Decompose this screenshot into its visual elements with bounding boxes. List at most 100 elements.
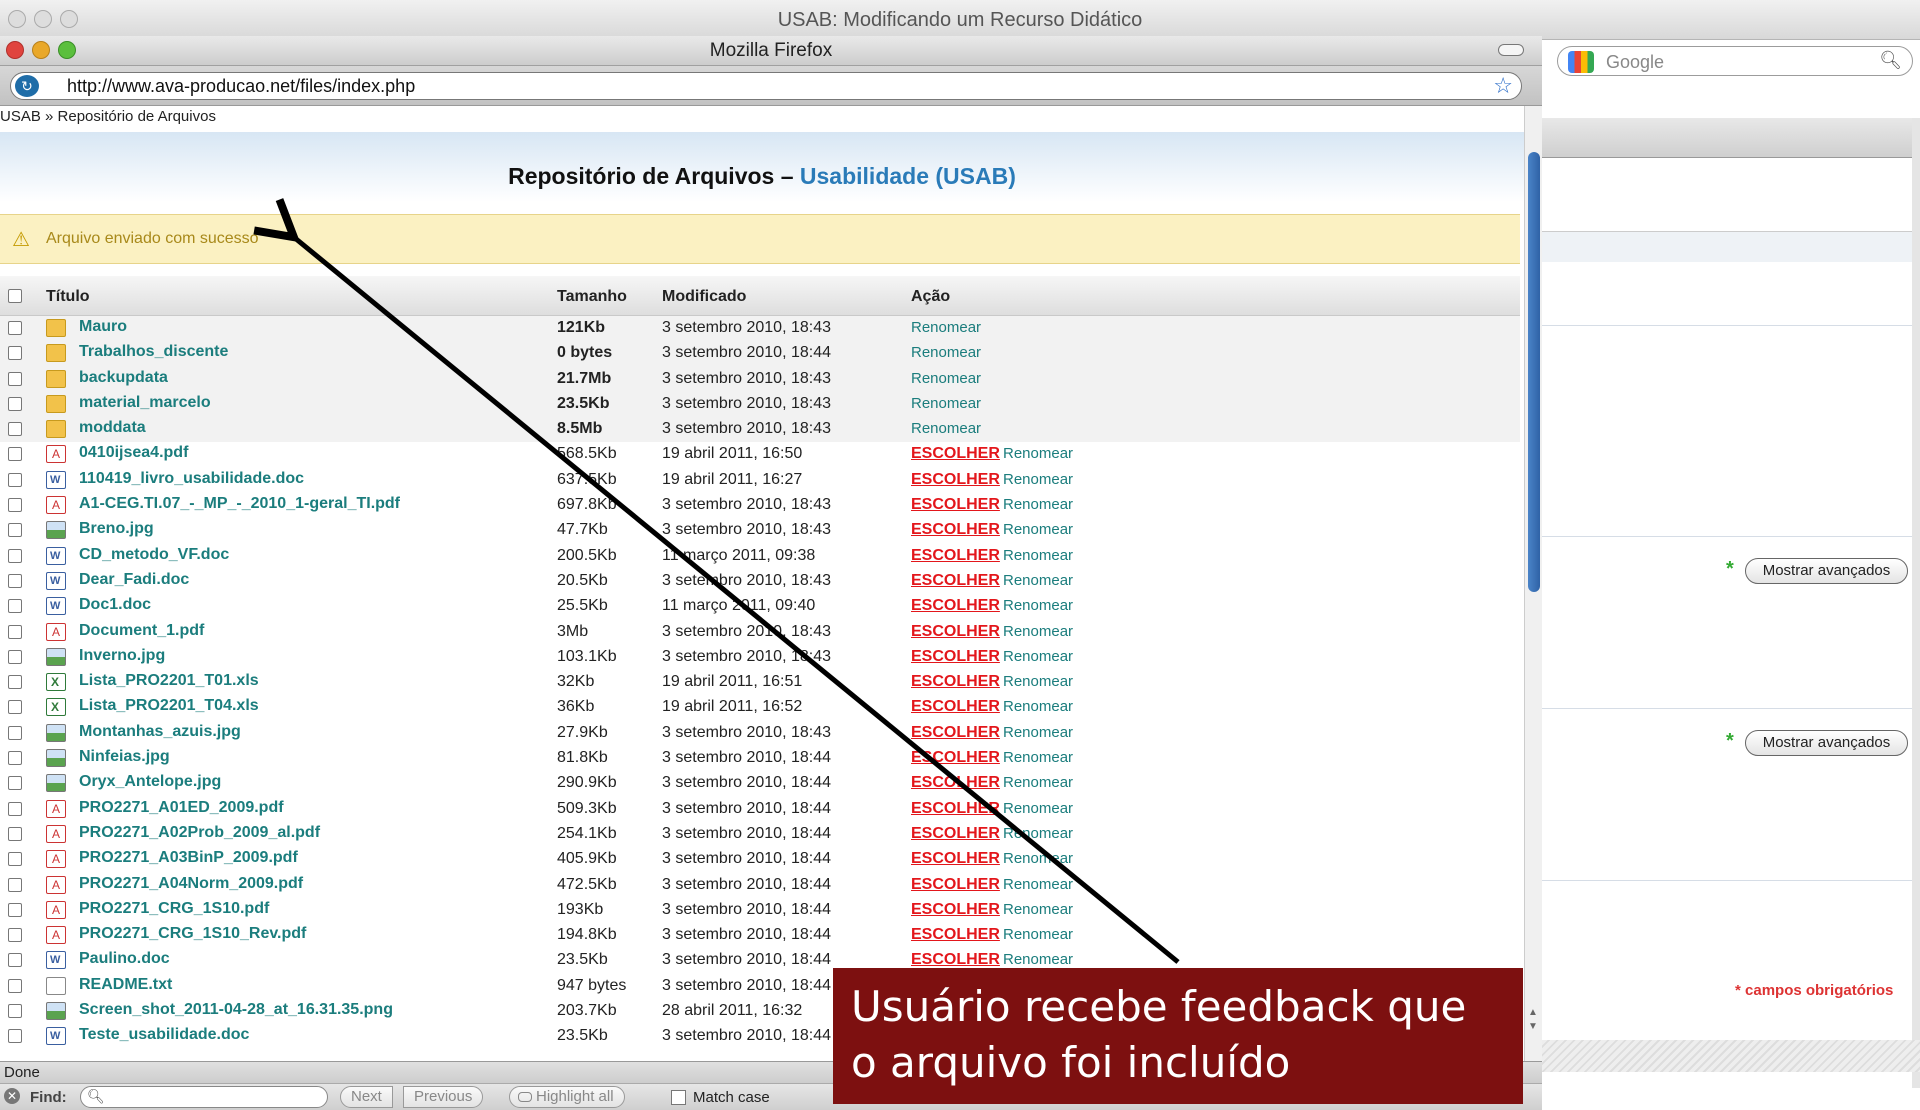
row-checkbox[interactable] [8,498,22,513]
rename-link[interactable]: Renomear [1003,445,1073,462]
rename-link[interactable]: Renomear [1003,876,1073,893]
file-name-link[interactable]: Document_1.pdf [79,622,204,640]
row-checkbox[interactable] [8,826,22,841]
file-name-link[interactable]: 110419_livro_usabilidade.doc [79,470,304,488]
rename-link[interactable]: Renomear [911,420,981,437]
file-name-link[interactable]: CD_metodo_VF.doc [79,546,229,564]
rename-link[interactable]: Renomear [1003,496,1073,513]
course-link[interactable]: Usabilidade (USAB) [800,163,1016,189]
row-checkbox[interactable] [8,953,22,968]
row-checkbox[interactable] [8,978,22,993]
bookmark-star-icon[interactable]: ☆ [1493,73,1513,99]
row-checkbox[interactable] [8,422,22,437]
rename-link[interactable]: Renomear [911,370,981,387]
row-checkbox[interactable] [8,447,22,462]
row-checkbox[interactable] [8,523,22,538]
choose-link[interactable]: ESCOLHER [911,521,1000,539]
file-name-link[interactable]: Screen_shot_2011-04-28_at_16.31.35.png [79,1001,393,1019]
outer-minimize-button[interactable] [34,10,52,28]
file-name-link[interactable]: PRO2271_A03BinP_2009.pdf [79,849,298,867]
file-name-link[interactable]: Lista_PRO2201_T04.xls [79,697,259,715]
choose-link[interactable]: ESCOLHER [911,471,1000,489]
file-name-link[interactable]: README.txt [79,976,172,994]
rename-link[interactable]: Renomear [1003,850,1073,867]
row-checkbox[interactable] [8,472,22,487]
choose-link[interactable]: ESCOLHER [911,800,1000,818]
row-checkbox[interactable] [8,1004,22,1019]
column-title[interactable]: Título [46,288,90,306]
breadcrumb[interactable]: USAB » Repositório de Arquivos [0,108,216,125]
file-name-link[interactable]: PRO2271_A01ED_2009.pdf [79,799,284,817]
choose-link[interactable]: ESCOLHER [911,774,1000,792]
show-advanced-button[interactable]: Mostrar avançados [1745,730,1908,756]
file-name-link[interactable]: Inverno.jpg [79,647,165,665]
file-name-link[interactable]: material_marcelo [79,394,211,412]
file-name-link[interactable]: moddata [79,419,146,437]
file-name-link[interactable]: Ninfeias.jpg [79,748,170,766]
choose-link[interactable]: ESCOLHER [911,673,1000,691]
page-scrollbar[interactable]: ▲ ▼ [1524,106,1542,1061]
row-checkbox[interactable] [8,573,22,588]
close-icon[interactable]: ✕ [4,1088,20,1104]
row-checkbox[interactable] [8,371,22,386]
file-name-link[interactable]: Trabalhos_discente [79,343,228,361]
show-advanced-button[interactable]: Mostrar avançados [1745,558,1908,584]
choose-link[interactable]: ESCOLHER [911,572,1000,590]
rename-link[interactable]: Renomear [911,344,981,361]
url-text[interactable]: http://www.ava-producao.net/files/index.… [67,76,415,97]
search-box[interactable]: Google 🔍︎ [1557,46,1913,76]
search-icon[interactable]: 🔍︎ [1879,50,1902,71]
choose-link[interactable]: ESCOLHER [911,698,1000,716]
file-name-link[interactable]: PRO2271_A04Norm_2009.pdf [79,875,303,893]
rename-link[interactable]: Renomear [1003,951,1073,968]
minimize-button[interactable] [32,41,50,59]
file-name-link[interactable]: A1-CEG.TI.07_-_MP_-_2010_1-geral_TI.pdf [79,495,400,513]
file-name-link[interactable]: 0410ijsea4.pdf [79,444,188,462]
choose-link[interactable]: ESCOLHER [911,850,1000,868]
rename-link[interactable]: Renomear [1003,774,1073,791]
file-name-link[interactable]: Breno.jpg [79,520,154,538]
file-name-link[interactable]: PRO2271_A02Prob_2009_al.pdf [79,824,320,842]
row-checkbox[interactable] [8,1029,22,1044]
choose-link[interactable]: ESCOLHER [911,901,1000,919]
row-checkbox[interactable] [8,776,22,791]
choose-link[interactable]: ESCOLHER [911,876,1000,894]
file-name-link[interactable]: Doc1.doc [79,596,151,614]
rename-link[interactable]: Renomear [1003,547,1073,564]
rename-link[interactable]: Renomear [1003,623,1073,640]
outer-close-button[interactable] [8,10,26,28]
outer-zoom-button[interactable] [60,10,78,28]
choose-link[interactable]: ESCOLHER [911,724,1000,742]
file-name-link[interactable]: backupdata [79,369,168,387]
google-icon[interactable] [1568,51,1594,73]
file-name-link[interactable]: Teste_usabilidade.doc [79,1026,249,1044]
select-all-checkbox[interactable] [8,289,22,303]
rename-link[interactable]: Renomear [1003,521,1073,538]
row-checkbox[interactable] [8,852,22,867]
rename-link[interactable]: Renomear [1003,471,1073,488]
rename-link[interactable]: Renomear [1003,597,1073,614]
choose-link[interactable]: ESCOLHER [911,926,1000,944]
url-bar[interactable]: ↻ http://www.ava-producao.net/files/inde… [10,72,1522,100]
rename-link[interactable]: Renomear [1003,901,1073,918]
rename-link[interactable]: Renomear [911,319,981,336]
file-name-link[interactable]: Montanhas_azuis.jpg [79,723,241,741]
find-previous-button[interactable]: Previous [403,1086,484,1108]
row-checkbox[interactable] [8,396,22,411]
find-next-button[interactable]: Next [340,1086,393,1108]
column-modified[interactable]: Modificado [662,288,746,306]
choose-link[interactable]: ESCOLHER [911,445,1000,463]
row-checkbox[interactable] [8,700,22,715]
rename-link[interactable]: Renomear [1003,800,1073,817]
choose-link[interactable]: ESCOLHER [911,749,1000,767]
row-checkbox[interactable] [8,877,22,892]
row-checkbox[interactable] [8,624,22,639]
row-checkbox[interactable] [8,801,22,816]
file-name-link[interactable]: PRO2271_CRG_1S10_Rev.pdf [79,925,306,943]
toolbar-toggle-button[interactable] [1498,44,1524,56]
rename-link[interactable]: Renomear [1003,926,1073,943]
file-name-link[interactable]: Mauro [79,318,127,336]
choose-link[interactable]: ESCOLHER [911,547,1000,565]
row-checkbox[interactable] [8,346,22,361]
row-checkbox[interactable] [8,548,22,563]
